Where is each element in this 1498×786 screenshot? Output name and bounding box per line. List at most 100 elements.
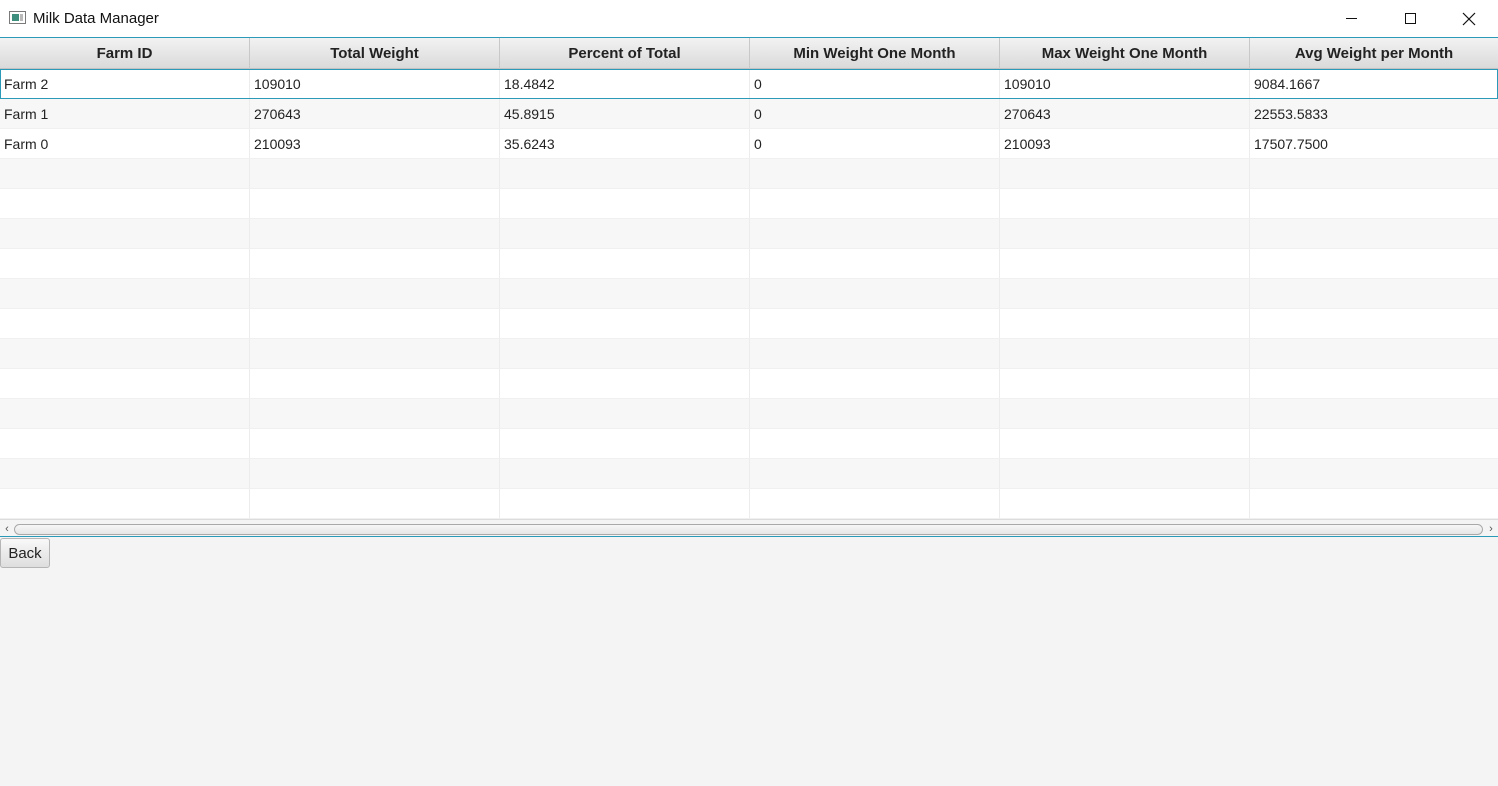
table-cell[interactable] [1000,369,1250,398]
column-header-percent-of-total[interactable]: Percent of Total [500,38,750,69]
empty-table-row[interactable] [0,399,1498,429]
table-cell[interactable] [250,369,500,398]
table-cell[interactable] [0,249,250,278]
table-cell[interactable] [1000,249,1250,278]
table-cell[interactable] [500,489,750,518]
table-cell[interactable] [500,339,750,368]
table-cell[interactable]: 210093 [250,129,500,158]
table-cell[interactable] [1000,279,1250,308]
table-cell[interactable] [1250,489,1498,518]
table-cell[interactable] [1250,369,1498,398]
table-cell[interactable]: 0 [750,69,1000,98]
empty-table-row[interactable] [0,309,1498,339]
table-cell[interactable] [0,459,250,488]
table-cell[interactable] [0,189,250,218]
empty-table-row[interactable] [0,159,1498,189]
table-cell[interactable]: 18.4842 [500,69,750,98]
table-cell[interactable] [0,339,250,368]
table-cell[interactable] [500,249,750,278]
table-cell[interactable] [1000,219,1250,248]
table-cell[interactable] [500,159,750,188]
empty-table-row[interactable] [0,279,1498,309]
maximize-button[interactable] [1381,0,1439,37]
table-cell[interactable]: 35.6243 [500,129,750,158]
table-cell[interactable] [500,429,750,458]
table-cell[interactable] [250,159,500,188]
close-button[interactable] [1440,0,1498,37]
table-cell[interactable] [1000,159,1250,188]
column-header-farm-id[interactable]: Farm ID [0,38,250,69]
table-cell[interactable] [250,309,500,338]
empty-table-row[interactable] [0,249,1498,279]
table-cell[interactable] [1250,339,1498,368]
table-cell[interactable] [1000,339,1250,368]
table-cell[interactable] [1250,249,1498,278]
table-cell[interactable] [1250,429,1498,458]
empty-table-row[interactable] [0,369,1498,399]
table-row[interactable]: Farm 0 210093 35.6243 0 210093 17507.7500 [0,129,1498,159]
table-cell[interactable]: 17507.7500 [1250,129,1498,158]
table-cell[interactable]: Farm 2 [0,69,250,98]
table-cell[interactable] [500,369,750,398]
table-cell[interactable] [500,219,750,248]
column-header-total-weight[interactable]: Total Weight [250,38,500,69]
empty-table-row[interactable] [0,219,1498,249]
table-cell[interactable] [250,339,500,368]
table-cell[interactable] [1250,399,1498,428]
table-cell[interactable] [250,219,500,248]
empty-table-row[interactable] [0,489,1498,519]
table-cell[interactable] [250,429,500,458]
scrollbar-thumb[interactable] [14,524,1483,535]
table-cell[interactable] [750,429,1000,458]
table-cell[interactable] [750,189,1000,218]
table-cell[interactable]: 270643 [250,99,500,128]
table-cell[interactable] [500,189,750,218]
table-cell[interactable] [750,339,1000,368]
table-cell[interactable] [1250,189,1498,218]
table-cell[interactable]: 270643 [1000,99,1250,128]
farm-data-table[interactable]: Farm ID Total Weight Percent of Total Mi… [0,37,1498,537]
table-cell[interactable]: 45.8915 [500,99,750,128]
table-cell[interactable] [0,309,250,338]
table-cell[interactable]: 0 [750,99,1000,128]
scroll-left-icon[interactable]: ‹ [1,523,13,535]
table-cell[interactable] [750,219,1000,248]
table-cell[interactable] [750,399,1000,428]
table-cell[interactable] [500,279,750,308]
table-cell[interactable] [1000,399,1250,428]
table-cell[interactable] [250,399,500,428]
column-header-avg-weight[interactable]: Avg Weight per Month [1250,38,1498,69]
table-cell[interactable] [750,309,1000,338]
table-cell[interactable]: Farm 1 [0,99,250,128]
table-row[interactable]: Farm 2 109010 18.4842 0 109010 9084.1667 [0,69,1498,99]
table-cell[interactable]: 109010 [1000,69,1250,98]
scroll-right-icon[interactable]: › [1485,523,1497,535]
table-cell[interactable] [500,309,750,338]
table-row[interactable]: Farm 1 270643 45.8915 0 270643 22553.5833 [0,99,1498,129]
table-cell[interactable]: Farm 0 [0,129,250,158]
table-cell[interactable] [0,159,250,188]
table-cell[interactable] [1250,279,1498,308]
table-cell[interactable] [750,249,1000,278]
table-cell[interactable] [750,459,1000,488]
table-cell[interactable] [0,369,250,398]
minimize-button[interactable] [1322,0,1380,37]
table-cell[interactable] [1000,429,1250,458]
table-cell[interactable] [750,279,1000,308]
table-cell[interactable] [0,429,250,458]
table-cell[interactable] [250,279,500,308]
horizontal-scrollbar[interactable]: ‹ › [0,519,1498,536]
table-cell[interactable] [0,279,250,308]
table-cell[interactable]: 109010 [250,69,500,98]
table-cell[interactable] [250,489,500,518]
table-cell[interactable] [1250,459,1498,488]
table-cell[interactable] [1250,159,1498,188]
table-cell[interactable] [250,189,500,218]
empty-table-row[interactable] [0,429,1498,459]
table-cell[interactable]: 210093 [1000,129,1250,158]
table-cell[interactable] [1000,309,1250,338]
table-cell[interactable] [500,399,750,428]
empty-table-row[interactable] [0,189,1498,219]
table-cell[interactable] [250,249,500,278]
table-cell[interactable] [0,219,250,248]
